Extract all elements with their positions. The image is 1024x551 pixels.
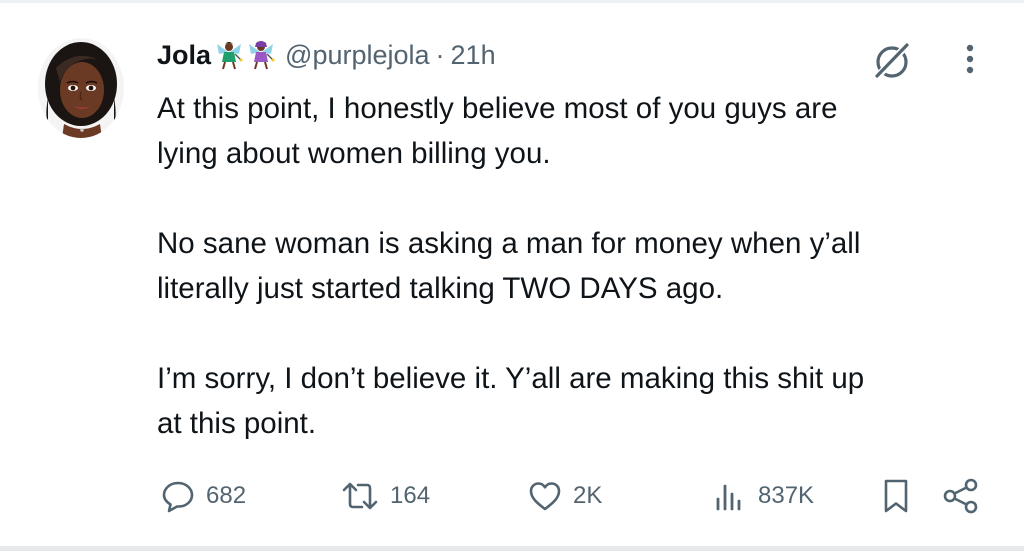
share-icon	[940, 476, 982, 516]
retweet-icon	[340, 478, 380, 514]
like-button[interactable]: 2K	[527, 474, 602, 518]
action-bar: 682 164 2K 837K	[0, 474, 1024, 518]
more-vertical-icon[interactable]	[960, 40, 980, 80]
grok-icon[interactable]	[870, 38, 914, 82]
views-count: 837K	[758, 482, 815, 509]
share-button[interactable]	[940, 474, 982, 518]
header-separator: ·	[435, 39, 445, 70]
heart-icon	[527, 478, 563, 514]
tweet-header: Jola @purplejola · 21h	[157, 37, 496, 73]
bookmark-button[interactable]	[878, 474, 914, 518]
bottom-divider	[0, 546, 1024, 551]
views-button[interactable]: 837K	[712, 474, 814, 518]
tweet-text: At this point, I honestly believe most o…	[157, 86, 997, 446]
retweet-count: 164	[390, 482, 431, 509]
bookmark-icon	[878, 476, 914, 516]
reply-button[interactable]: 682	[160, 474, 246, 518]
display-name[interactable]: Jola	[157, 40, 211, 71]
fairy-emoji-icon	[247, 40, 275, 70]
tweet-timestamp[interactable]: 21h	[451, 40, 496, 71]
reply-icon	[160, 478, 196, 514]
tweet-paragraph: No sane woman is asking a man for money …	[157, 227, 861, 305]
tweet-card: Jola @purplejola · 21h At this point, I …	[0, 0, 1024, 551]
views-chart-icon	[712, 478, 748, 514]
user-handle[interactable]: @purplejola	[285, 40, 430, 71]
reply-count: 682	[206, 482, 247, 509]
retweet-button[interactable]: 164	[340, 474, 430, 518]
tweet-paragraph: I’m sorry, I don’t believe it. Y’all are…	[157, 362, 865, 440]
tweet-paragraph: At this point, I honestly believe most o…	[157, 92, 838, 170]
fairy-emoji-icon	[215, 40, 243, 70]
like-count: 2K	[573, 482, 603, 509]
top-divider	[0, 0, 1024, 3]
avatar[interactable]	[38, 38, 124, 138]
